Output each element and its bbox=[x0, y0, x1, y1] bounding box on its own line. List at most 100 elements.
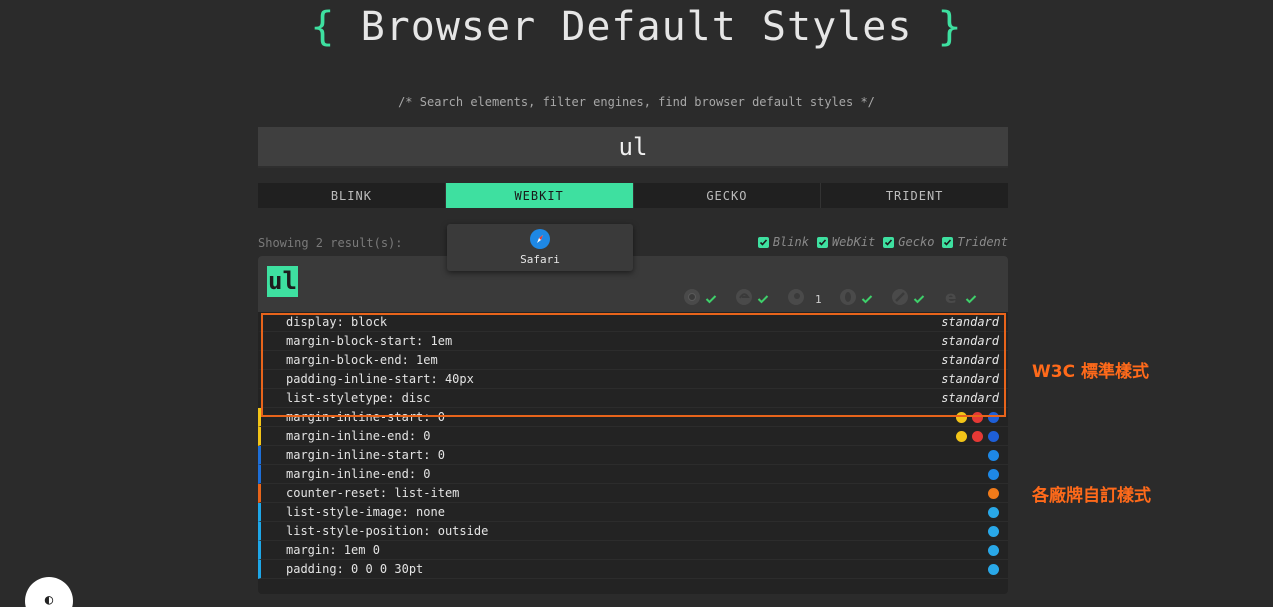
element-name: ul bbox=[267, 266, 298, 297]
style-declaration: list-styletype: disc bbox=[286, 391, 431, 405]
check-icon bbox=[861, 290, 873, 309]
edge-legacy-icon bbox=[735, 288, 753, 310]
standard-tag: standard bbox=[941, 315, 999, 329]
filter-trident[interactable]: Trident bbox=[942, 235, 1008, 249]
browser-logo-icon bbox=[988, 430, 999, 442]
standard-tag: standard bbox=[941, 353, 999, 367]
engine-status-ie: e bbox=[943, 288, 995, 310]
firefox-icon bbox=[891, 288, 909, 310]
filter-label: Trident bbox=[957, 235, 1008, 249]
browser-logo-icon bbox=[956, 411, 967, 423]
style-declaration: counter-reset: list-item bbox=[286, 486, 460, 500]
browser-logo-icon bbox=[988, 468, 999, 480]
check-icon bbox=[965, 290, 977, 309]
style-declaration: display: block bbox=[286, 315, 388, 329]
subtitle: /* Search elements, filter engines, find… bbox=[398, 95, 875, 109]
search-input[interactable] bbox=[258, 127, 1008, 168]
standard-tag: standard bbox=[941, 372, 999, 386]
engine-status-edge-legacy bbox=[735, 289, 787, 309]
contrast-icon: ◐ bbox=[44, 592, 54, 607]
style-row: counter-reset: list-item bbox=[258, 484, 1008, 503]
style-row: margin-block-start: 1em standard bbox=[258, 332, 1008, 351]
engine-status-chrome bbox=[683, 289, 735, 309]
title-brace-close: } bbox=[937, 4, 963, 50]
style-row: margin-block-end: 1em standard bbox=[258, 351, 1008, 370]
style-declaration: margin-inline-start: 0 bbox=[286, 448, 445, 462]
tab-trident[interactable]: TRIDENT bbox=[821, 183, 1008, 208]
svg-text:e: e bbox=[945, 288, 957, 306]
browser-logo-icon bbox=[988, 449, 999, 461]
browser-logo-icon bbox=[972, 411, 983, 423]
vendor-icons bbox=[988, 563, 999, 575]
style-declaration: padding: 0 0 0 30pt bbox=[286, 562, 424, 576]
style-declaration: margin: 1em 0 bbox=[286, 543, 380, 557]
filter-label: WebKit bbox=[831, 235, 876, 249]
style-row: padding-inline-start: 40px standard bbox=[258, 370, 1008, 389]
filter-label: Blink bbox=[772, 235, 809, 249]
checkbox-checked-icon[interactable] bbox=[942, 236, 954, 248]
style-row: margin: 1em 0 bbox=[258, 541, 1008, 560]
check-icon bbox=[757, 290, 769, 309]
engine-status-bar: 1 e bbox=[683, 288, 995, 310]
annotation-standard: W3C 標準樣式 bbox=[1032, 362, 1149, 382]
vendor-icons bbox=[988, 544, 999, 556]
style-row: margin-inline-end: 0 bbox=[258, 465, 1008, 484]
engine-tabs: BLINK WEBKIT GECKO TRIDENT bbox=[258, 183, 1008, 208]
check-icon bbox=[913, 290, 925, 309]
vendor-icons bbox=[988, 506, 999, 518]
style-declaration: margin-inline-end: 0 bbox=[286, 429, 431, 443]
style-declaration: list-style-image: none bbox=[286, 505, 445, 519]
style-row: display: block standard bbox=[258, 313, 1008, 332]
safari-count: 1 bbox=[815, 292, 822, 306]
style-declaration: list-style-position: outside bbox=[286, 524, 489, 538]
element-card: ul 1 e display: block standard margin-bl… bbox=[258, 256, 1008, 594]
browser-logo-icon bbox=[988, 506, 999, 518]
style-declaration: margin-inline-end: 0 bbox=[286, 467, 431, 481]
filter-webkit[interactable]: WebKit bbox=[816, 235, 876, 249]
checkbox-checked-icon[interactable] bbox=[883, 236, 895, 248]
checkbox-checked-icon[interactable] bbox=[757, 236, 769, 248]
card-header: ul 1 e bbox=[258, 256, 1008, 312]
style-declaration: margin-block-end: 1em bbox=[286, 353, 438, 367]
browser-logo-icon bbox=[988, 525, 999, 537]
vendor-icons bbox=[988, 487, 999, 499]
title-text: Browser Default Styles bbox=[360, 4, 913, 50]
style-row: list-style-position: outside bbox=[258, 522, 1008, 541]
style-row: margin-inline-start: 0 bbox=[258, 446, 1008, 465]
browser-logo-icon bbox=[972, 430, 983, 442]
engine-tooltip: Safari bbox=[447, 224, 633, 271]
browser-logo-icon bbox=[988, 544, 999, 556]
style-rows: display: block standard margin-block-start… bbox=[258, 313, 1008, 579]
vendor-icons bbox=[988, 468, 999, 480]
title-brace-open: { bbox=[310, 4, 336, 50]
tooltip-label: Safari bbox=[520, 253, 560, 266]
vendor-icons bbox=[988, 525, 999, 537]
style-row: padding: 0 0 0 30pt bbox=[258, 560, 1008, 579]
theme-toggle-button[interactable]: ◐ bbox=[25, 577, 73, 607]
standard-tag: standard bbox=[941, 334, 999, 348]
ie-icon: e bbox=[943, 288, 961, 310]
style-row: margin-inline-end: 0 bbox=[258, 427, 1008, 446]
tab-gecko[interactable]: GECKO bbox=[634, 183, 822, 208]
engine-status-opera bbox=[839, 289, 891, 309]
page-title: { Browser Default Styles } bbox=[0, 4, 1273, 50]
style-row: list-styletype: disc standard bbox=[258, 389, 1008, 408]
standard-tag: standard bbox=[941, 391, 999, 405]
opera-icon bbox=[839, 288, 857, 310]
browser-logo-icon bbox=[956, 430, 967, 442]
safari-compass-icon bbox=[530, 229, 550, 249]
vendor-icons bbox=[956, 430, 999, 442]
tab-webkit[interactable]: WEBKIT bbox=[445, 183, 634, 208]
browser-logo-icon bbox=[988, 563, 999, 575]
filter-gecko[interactable]: Gecko bbox=[883, 235, 934, 249]
results-count: Showing 2 result(s): bbox=[258, 236, 403, 250]
engine-status-firefox bbox=[891, 289, 943, 309]
tab-blink[interactable]: BLINK bbox=[258, 183, 446, 208]
annotation-vendor: 各廠牌自訂樣式 bbox=[1032, 486, 1151, 506]
style-declaration: padding-inline-start: 40px bbox=[286, 372, 474, 386]
safari-icon bbox=[787, 288, 805, 310]
style-declaration: margin-inline-start: 0 bbox=[286, 410, 445, 424]
filter-label: Gecko bbox=[898, 235, 935, 249]
checkbox-checked-icon[interactable] bbox=[816, 236, 828, 248]
filter-blink[interactable]: Blink bbox=[757, 235, 809, 249]
